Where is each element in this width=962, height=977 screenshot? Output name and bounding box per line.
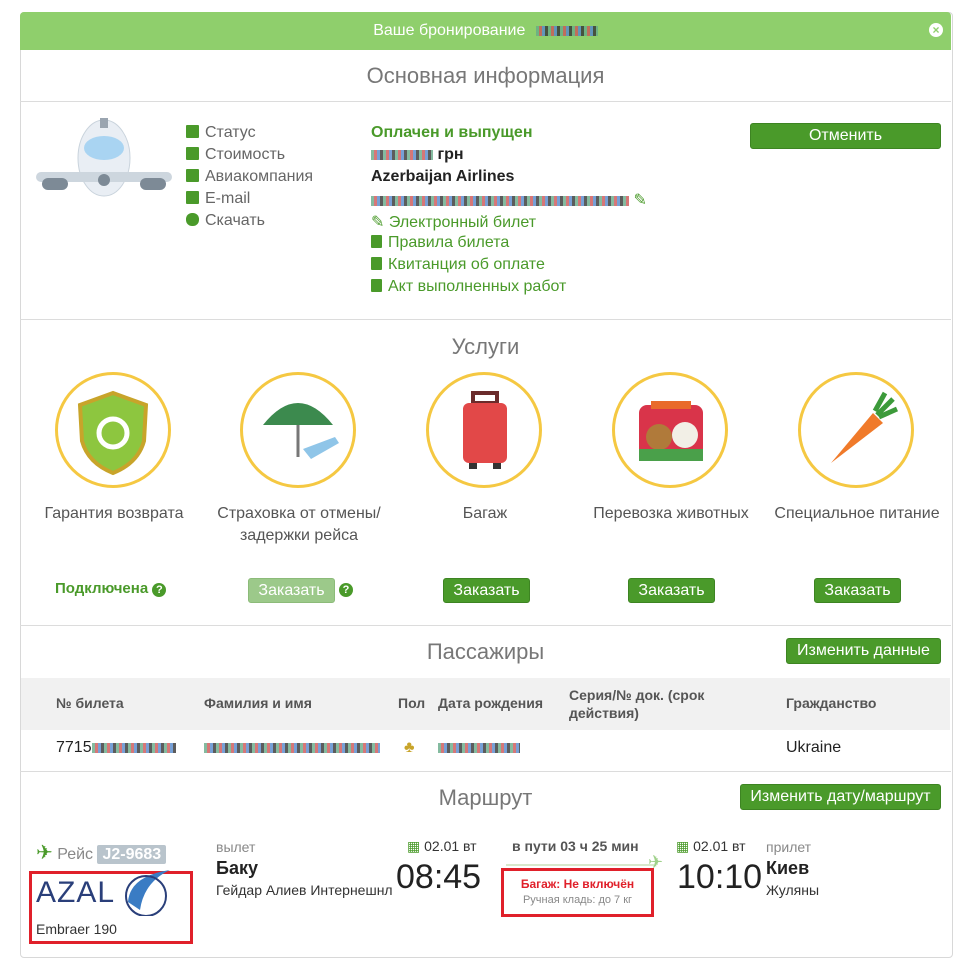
shield-refresh-icon bbox=[77, 390, 149, 476]
baggage-info-box: Багаж: Не включён Ручная кладь: до 7 кг bbox=[501, 868, 654, 917]
baggage-circle bbox=[426, 372, 542, 488]
airline-label: Авиакомпания bbox=[186, 168, 313, 186]
col-ticket: № билета bbox=[56, 695, 124, 711]
document-icon bbox=[371, 279, 382, 292]
receipt-link[interactable]: Квитанция об оплате bbox=[371, 256, 545, 274]
order-meal-button[interactable]: Заказать bbox=[814, 578, 901, 603]
eticket-link[interactable]: ✎ Электронный билет bbox=[371, 212, 536, 232]
section-title-services: Услуги bbox=[451, 334, 520, 359]
baggage-status: Багаж: Не включён bbox=[520, 877, 635, 891]
section-title-main-info: Основная информация bbox=[366, 63, 605, 88]
pets-circle bbox=[612, 372, 728, 488]
question-icon[interactable]: ? bbox=[339, 583, 353, 597]
cancel-button[interactable]: Отменить bbox=[750, 123, 941, 149]
passenger-citizenship: Ukraine bbox=[786, 739, 842, 756]
envelope-icon bbox=[186, 191, 199, 204]
close-icon[interactable]: × bbox=[929, 23, 943, 37]
service-name-meal: Специальное питание bbox=[774, 505, 940, 522]
arrival-label: прилет bbox=[766, 839, 812, 855]
suitcase-icon bbox=[463, 391, 507, 469]
download-label: Скачать bbox=[186, 212, 265, 230]
hand-luggage: Ручная кладь: до 7 кг bbox=[522, 894, 633, 906]
col-name: Фамилия и имя bbox=[204, 695, 312, 711]
calendar-icon: ▦ bbox=[676, 838, 690, 854]
gender-icon: ♣ bbox=[404, 739, 415, 756]
pencil-icon[interactable]: ✎ bbox=[633, 192, 646, 209]
ticket-number: 7715 bbox=[56, 739, 176, 757]
departure-city: Баку bbox=[216, 858, 258, 878]
arrival-airport: Жуляны bbox=[766, 882, 820, 898]
cloud-download-icon bbox=[186, 213, 199, 226]
act-link[interactable]: Акт выполненных работ bbox=[371, 278, 566, 296]
flight-number-badge: J2-9683 bbox=[97, 845, 167, 864]
insurance-circle bbox=[240, 372, 356, 488]
umbrella-plane-icon bbox=[263, 403, 339, 459]
rules-link[interactable]: Правила билета bbox=[371, 234, 509, 252]
booking-header: Ваше бронирование × bbox=[20, 12, 951, 50]
edit-passengers-button[interactable]: Изменить данные bbox=[786, 638, 941, 664]
divider bbox=[20, 771, 951, 772]
order-insurance-button[interactable]: Заказать bbox=[248, 578, 335, 603]
departure-time: 08:45 bbox=[396, 858, 482, 896]
order-baggage-button[interactable]: Заказать bbox=[443, 578, 530, 603]
refund-status: Подключена ? bbox=[55, 580, 167, 597]
share-icon bbox=[186, 169, 199, 182]
email-value: ✎ bbox=[371, 190, 647, 210]
passenger-name bbox=[204, 739, 380, 757]
service-name-pets: Перевозка животных bbox=[593, 505, 749, 522]
flight-info: ✈ Рейс J2-9683 bbox=[36, 840, 167, 865]
flight-duration: в пути 03 ч 25 мин bbox=[512, 838, 639, 854]
col-citizenship: Гражданство bbox=[786, 695, 877, 711]
service-name-refund: Гарантия возврата bbox=[44, 505, 184, 522]
plane-icon: ✈ bbox=[36, 842, 53, 864]
edit-route-button[interactable]: Изменить дату/маршрут bbox=[740, 784, 941, 810]
booking-number-redacted bbox=[535, 25, 598, 36]
document-icon bbox=[371, 257, 382, 270]
status-label: Статус bbox=[186, 124, 256, 142]
departure-label: вылет bbox=[216, 839, 256, 855]
airline-logo: AZAL bbox=[36, 876, 116, 909]
departure-airport: Гейдар Алиев Интернешнл bbox=[216, 882, 393, 898]
calendar-icon: ▦ bbox=[407, 838, 421, 854]
ticket-icon: ✎ bbox=[371, 214, 389, 231]
meal-circle bbox=[798, 372, 914, 488]
question-icon[interactable]: ? bbox=[152, 583, 167, 597]
arrival-city: Киев bbox=[766, 858, 810, 878]
airline-value: Azerbaijan Airlines bbox=[371, 168, 515, 185]
divider bbox=[20, 625, 951, 626]
cost-value: грн bbox=[371, 146, 464, 164]
arrival-date: ▦ 02.01 вт bbox=[676, 838, 746, 854]
email-label: E-mail bbox=[186, 190, 250, 208]
aircraft-model: Embraer 190 bbox=[36, 921, 117, 937]
service-name-insurance: Страховка от отмены/задержки рейса bbox=[217, 505, 381, 544]
cost-label: Стоимость bbox=[186, 146, 285, 164]
route-line bbox=[506, 864, 654, 866]
header-title: Ваше бронирование bbox=[373, 22, 526, 39]
azal-swoosh-icon bbox=[125, 870, 170, 916]
pet-carrier-icon bbox=[639, 401, 703, 461]
bookmark-icon bbox=[186, 125, 199, 138]
order-pets-button[interactable]: Заказать bbox=[628, 578, 715, 603]
divider bbox=[20, 101, 951, 102]
col-birthdate: Дата рождения bbox=[438, 695, 544, 711]
status-value: Оплачен и выпущен bbox=[371, 124, 533, 141]
airplane-icon bbox=[36, 118, 172, 197]
passenger-birthdate bbox=[438, 739, 520, 757]
arrival-time: 10:10 bbox=[677, 858, 763, 896]
service-name-baggage: Багаж bbox=[462, 505, 508, 522]
divider bbox=[20, 319, 951, 320]
col-document: Серия/№ док. (срок действия) bbox=[569, 687, 705, 721]
document-icon bbox=[371, 235, 382, 248]
refund-guarantee-circle bbox=[55, 372, 171, 488]
departure-date: ▦ 02.01 вт bbox=[407, 838, 477, 854]
money-icon bbox=[186, 147, 199, 160]
carrot-icon bbox=[831, 391, 899, 463]
col-gender: Пол bbox=[398, 695, 426, 711]
